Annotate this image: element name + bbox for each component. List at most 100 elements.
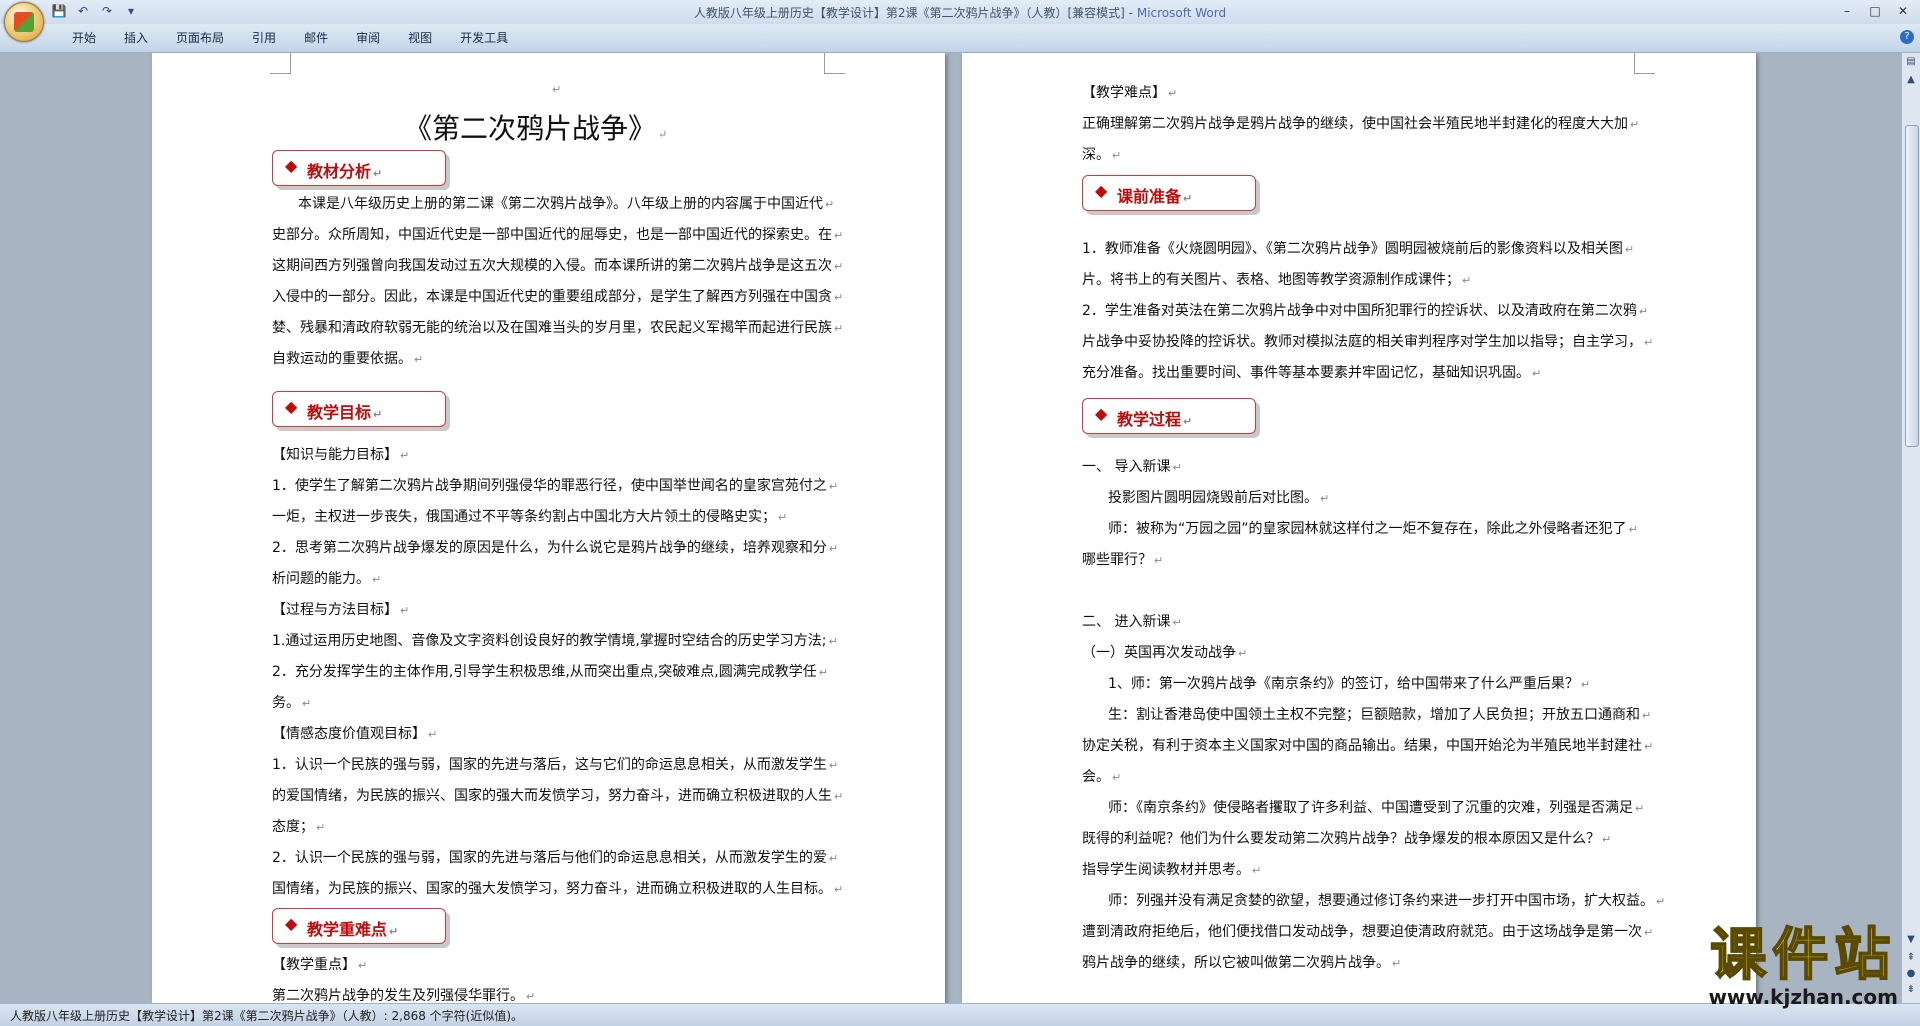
text-line: 【知识与能力目标】 ↵ bbox=[272, 447, 410, 463]
select-browse-object-icon[interactable]: ● bbox=[1904, 967, 1918, 981]
section-header-analysis: ◆ 教材分析 ↵ bbox=[272, 150, 446, 186]
paragraph-mark: ↵ bbox=[1638, 305, 1649, 318]
tab-developer[interactable]: 开发工具 bbox=[446, 30, 522, 46]
status-bar: 人教版八年级上册历史【教学设计】第2课《第二次鸦片战争》（人教）: 2,868 … bbox=[0, 1003, 1920, 1026]
tab-home[interactable]: 开始 bbox=[58, 30, 110, 46]
text-line: 【教学难点】 ↵ bbox=[1082, 85, 1178, 101]
paragraph-mark: ↵ bbox=[1172, 616, 1182, 629]
paragraph-mark: ↵ bbox=[834, 790, 844, 803]
text-line: 自救运动的重要依据。 ↵ bbox=[272, 351, 424, 367]
ribbon-tabs: 开始 插入 页面布局 引用 邮件 审阅 视图 开发工具 bbox=[0, 24, 1920, 53]
paragraph-mark: ↵ bbox=[1462, 274, 1472, 287]
tab-mailings[interactable]: 邮件 bbox=[290, 30, 342, 46]
paragraph-mark: ↵ bbox=[1154, 554, 1164, 567]
paragraph-mark: ↵ bbox=[552, 83, 562, 96]
paragraph-mark: ↵ bbox=[358, 959, 368, 972]
paragraph-mark: ↵ bbox=[828, 852, 839, 865]
paragraph-mark: ↵ bbox=[658, 128, 668, 141]
text-line: 一、 导入新课 ↵ bbox=[1082, 459, 1182, 475]
document-workspace: ↵ 《第二次鸦片战争》 ↵ ◆ 教材分析 ↵ 本课是八年级历史上册的第二课《第二次鸦… bbox=[0, 53, 1900, 1003]
paragraph-mark: ↵ bbox=[1624, 243, 1635, 256]
paragraph-mark: ↵ bbox=[818, 666, 828, 679]
text-line: 充分准备。找出重要时间、事件等基本要素并牢固记忆，基础知识巩固。 ↵ bbox=[1082, 365, 1542, 381]
paragraph-mark: ↵ bbox=[834, 883, 844, 896]
paragraph-mark: ↵ bbox=[428, 728, 438, 741]
maximize-button[interactable]: □ bbox=[1862, 2, 1888, 20]
tab-review[interactable]: 审阅 bbox=[342, 30, 394, 46]
help-icon[interactable]: ? bbox=[1900, 30, 1914, 44]
text-line: 2．思考第二次鸦片战争爆发的原因是什么，为什么说它是鸦片战争的继续，培养观察和分… bbox=[272, 540, 839, 556]
text-line: 片战争中妥协投降的控诉状。教师对模拟法庭的相关审判程序对学生加以指导；自主学习，… bbox=[1082, 334, 1654, 350]
section-header-prep: ◆ 课前准备 ↵ bbox=[1082, 175, 1256, 211]
previous-page-icon[interactable]: ⇞ bbox=[1904, 951, 1918, 965]
paragraph-mark: ↵ bbox=[400, 449, 410, 462]
next-page-icon[interactable]: ⇟ bbox=[1904, 983, 1918, 997]
paragraph-mark: ↵ bbox=[834, 322, 844, 335]
paragraph-mark: ↵ bbox=[316, 821, 326, 834]
paragraph-mark: ↵ bbox=[414, 353, 424, 366]
section-header-process: ◆ 教学过程 ↵ bbox=[1082, 398, 1256, 434]
paragraph-mark: ↵ bbox=[1320, 492, 1330, 505]
margin-corner-mark bbox=[1634, 53, 1655, 74]
ruler-toggle-icon[interactable]: ▤ bbox=[1904, 55, 1918, 69]
paragraph-mark: ↵ bbox=[526, 990, 536, 1003]
paragraph-mark: ↵ bbox=[1183, 415, 1193, 428]
document-page-left[interactable]: ↵ 《第二次鸦片战争》 ↵ ◆ 教材分析 ↵ 本课是八年级历史上册的第二课《第二次鸦… bbox=[152, 53, 945, 1003]
text-line: 务。 ↵ bbox=[272, 695, 312, 711]
section-header-key-points: ◆ 教学重难点 ↵ bbox=[272, 908, 446, 944]
paragraph-mark: ↵ bbox=[1628, 523, 1638, 536]
text-line: 师：列强并没有满足贪婪的欲望，想要通过修订条约来进一步打开中国市场，扩大权益。 ↵ bbox=[1108, 893, 1666, 909]
tab-page-layout[interactable]: 页面布局 bbox=[162, 30, 238, 46]
paragraph-mark: ↵ bbox=[825, 198, 835, 211]
section-label: 教学目标 ↵ bbox=[307, 403, 383, 422]
paragraph-mark: ↵ bbox=[1532, 367, 1542, 380]
window-title-doc: 人教版八年级上册历史【教学设计】第2课《第二次鸦片战争》（人教）[兼容模式] - bbox=[693, 6, 1134, 20]
tab-insert[interactable]: 插入 bbox=[110, 30, 162, 46]
scrollbar-thumb[interactable] bbox=[1905, 125, 1919, 447]
paragraph-mark: ↵ bbox=[834, 229, 844, 242]
office-logo-icon bbox=[14, 12, 34, 32]
paragraph-mark: ↵ bbox=[373, 408, 383, 421]
minimize-button[interactable]: – bbox=[1834, 2, 1860, 20]
diamond-bullet-icon: ◆ bbox=[285, 156, 298, 175]
tab-references[interactable]: 引用 bbox=[238, 30, 290, 46]
text-line: 析问题的能力。 ↵ bbox=[272, 571, 382, 587]
paragraph-mark: ↵ bbox=[1635, 802, 1645, 815]
paragraph-mark: ↵ bbox=[834, 291, 844, 304]
text-line: 婪、残暴和清政府软弱无能的统治以及在国难当头的岁月里，农民起义军揭竿而起进行民族… bbox=[272, 320, 844, 336]
text-line: 师：被称为“万园之园”的皇家园林就这样付之一炬不复存在，除此之外侵略者还犯了 ↵ bbox=[1108, 521, 1638, 537]
text-line: 正确理解第二次鸦片战争是鸦片战争的继续，使中国社会半殖民地半封建化的程度大大加 ↵ bbox=[1082, 116, 1640, 132]
paragraph-mark: ↵ bbox=[302, 697, 312, 710]
text-line: 会。 ↵ bbox=[1082, 769, 1122, 785]
paragraph-mark: ↵ bbox=[834, 260, 844, 273]
text-line: 【情感态度价值观目标】 ↵ bbox=[272, 726, 438, 742]
text-line: 态度； ↵ bbox=[272, 819, 326, 835]
paragraph-mark: ↵ bbox=[828, 759, 839, 772]
document-page-right[interactable]: 【教学难点】 ↵ 正确理解第二次鸦片战争是鸦片战争的继续，使中国社会半殖民地半封建… bbox=[962, 53, 1756, 1003]
text-line: 【过程与方法目标】 ↵ bbox=[272, 602, 410, 618]
window-controls: – □ ✕ bbox=[1834, 2, 1916, 20]
text-line: 【教学重点】 ↵ bbox=[272, 957, 368, 973]
paragraph-mark: ↵ bbox=[828, 635, 838, 648]
text-line: 2．认识一个民族的强与弱，国家的先进与落后与他们的命运息息相关，从而激发学生的爱… bbox=[272, 850, 839, 866]
paragraph-mark: ↵ bbox=[1112, 771, 1122, 784]
document-title-text: 《第二次鸦片战争》 bbox=[404, 112, 657, 145]
section-label: 教材分析 ↵ bbox=[307, 162, 383, 181]
text-line: 遭到清政府拒绝后，他们便找借口发动战争，想要迫使清政府就范。由于这场战争是第一次… bbox=[1082, 924, 1654, 940]
tab-view[interactable]: 视图 bbox=[394, 30, 446, 46]
paragraph-mark: ↵ bbox=[1656, 895, 1666, 908]
paragraph-mark: ↵ bbox=[1642, 709, 1652, 722]
text-line: 2．充分发挥学生的主体作用,引导学生积极思维,从而突出重点,突破难点,圆满完成教… bbox=[272, 664, 828, 680]
office-button[interactable] bbox=[4, 2, 44, 42]
vertical-scrollbar[interactable]: ▤ ▲ ▼ ⇞ ● ⇟ bbox=[1901, 53, 1920, 1003]
diamond-bullet-icon: ◆ bbox=[285, 397, 298, 416]
text-line: 国情绪，为民族的振兴、国家的强大发愤学习，努力奋斗，进而确立积极进取的人生目标。… bbox=[272, 881, 844, 897]
scroll-down-icon[interactable]: ▼ bbox=[1904, 933, 1918, 947]
watermark-title: 课件站 bbox=[1709, 923, 1897, 988]
text-line: 二、 进入新课 ↵ bbox=[1082, 614, 1182, 630]
text-line: 既得的利益呢？他们为什么要发动第二次鸦片战争？战争爆发的根本原因又是什么？ ↵ bbox=[1082, 831, 1612, 847]
scroll-up-icon[interactable]: ▲ bbox=[1904, 73, 1918, 87]
section-label: 教学过程 ↵ bbox=[1117, 410, 1193, 429]
text-line: 的爱国情绪，为民族的振兴、国家的强大而发愤学习，努力奋斗，进而确立积极进取的人生… bbox=[272, 788, 844, 804]
close-button[interactable]: ✕ bbox=[1890, 2, 1916, 20]
